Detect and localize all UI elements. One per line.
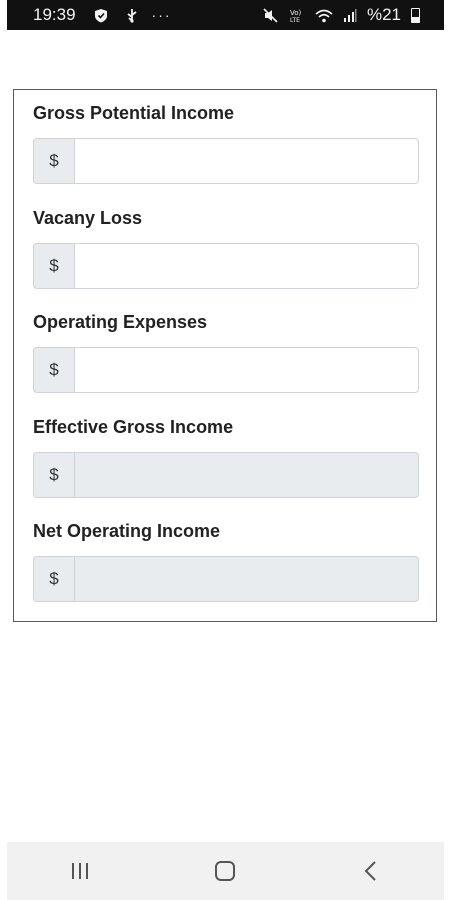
status-bar-left: 19:39 ··· <box>33 5 172 25</box>
usb-icon <box>126 8 138 23</box>
battery-icon <box>411 7 420 23</box>
gross-potential-income-input[interactable] <box>74 138 419 184</box>
svg-text:LTE: LTE <box>290 17 300 23</box>
home-button[interactable] <box>195 851 255 891</box>
effective-gross-income-group: $ <box>33 452 419 498</box>
wifi-icon <box>315 8 333 23</box>
vacancy-loss-group: $ <box>33 243 419 289</box>
shield-icon <box>94 8 108 23</box>
recent-apps-button[interactable] <box>50 851 110 891</box>
income-form-card: Gross Potential Income $ Vacany Loss $ O… <box>13 89 437 622</box>
home-icon <box>215 861 236 881</box>
navigation-bar <box>7 842 444 900</box>
dollar-prefix: $ <box>33 452 74 498</box>
operating-expenses-input[interactable] <box>74 347 419 393</box>
operating-expenses-label: Operating Expenses <box>33 312 208 332</box>
more-dots-icon: ··· <box>151 7 172 23</box>
gross-potential-income-group: $ <box>33 138 419 184</box>
recent-apps-icon <box>71 863 88 879</box>
vacancy-loss-label: Vacany Loss <box>33 208 143 228</box>
dollar-prefix: $ <box>33 347 74 393</box>
dollar-prefix: $ <box>33 556 74 602</box>
operating-expenses-group: $ <box>33 347 419 393</box>
vacancy-loss-input[interactable] <box>74 243 419 289</box>
status-bar: 19:39 ··· Vo) LTE %21 <box>7 0 444 30</box>
mute-icon <box>263 7 279 23</box>
effective-gross-income-output <box>74 452 419 498</box>
battery-percent: %21 <box>366 5 401 24</box>
status-bar-right: Vo) LTE %21 <box>263 5 420 25</box>
back-button[interactable] <box>341 851 401 891</box>
status-time: 19:39 <box>33 5 76 24</box>
gross-potential-income-label: Gross Potential Income <box>33 103 235 123</box>
net-operating-income-output <box>74 556 419 602</box>
signal-icon <box>343 8 357 22</box>
net-operating-income-group: $ <box>33 556 419 602</box>
net-operating-income-label: Net Operating Income <box>33 521 221 541</box>
volte-icon: Vo) LTE <box>289 8 305 23</box>
dollar-prefix: $ <box>33 243 74 289</box>
dollar-prefix: $ <box>33 138 74 184</box>
back-icon <box>364 861 376 881</box>
effective-gross-income-label: Effective Gross Income <box>33 417 234 437</box>
svg-text:Vo): Vo) <box>290 9 302 17</box>
